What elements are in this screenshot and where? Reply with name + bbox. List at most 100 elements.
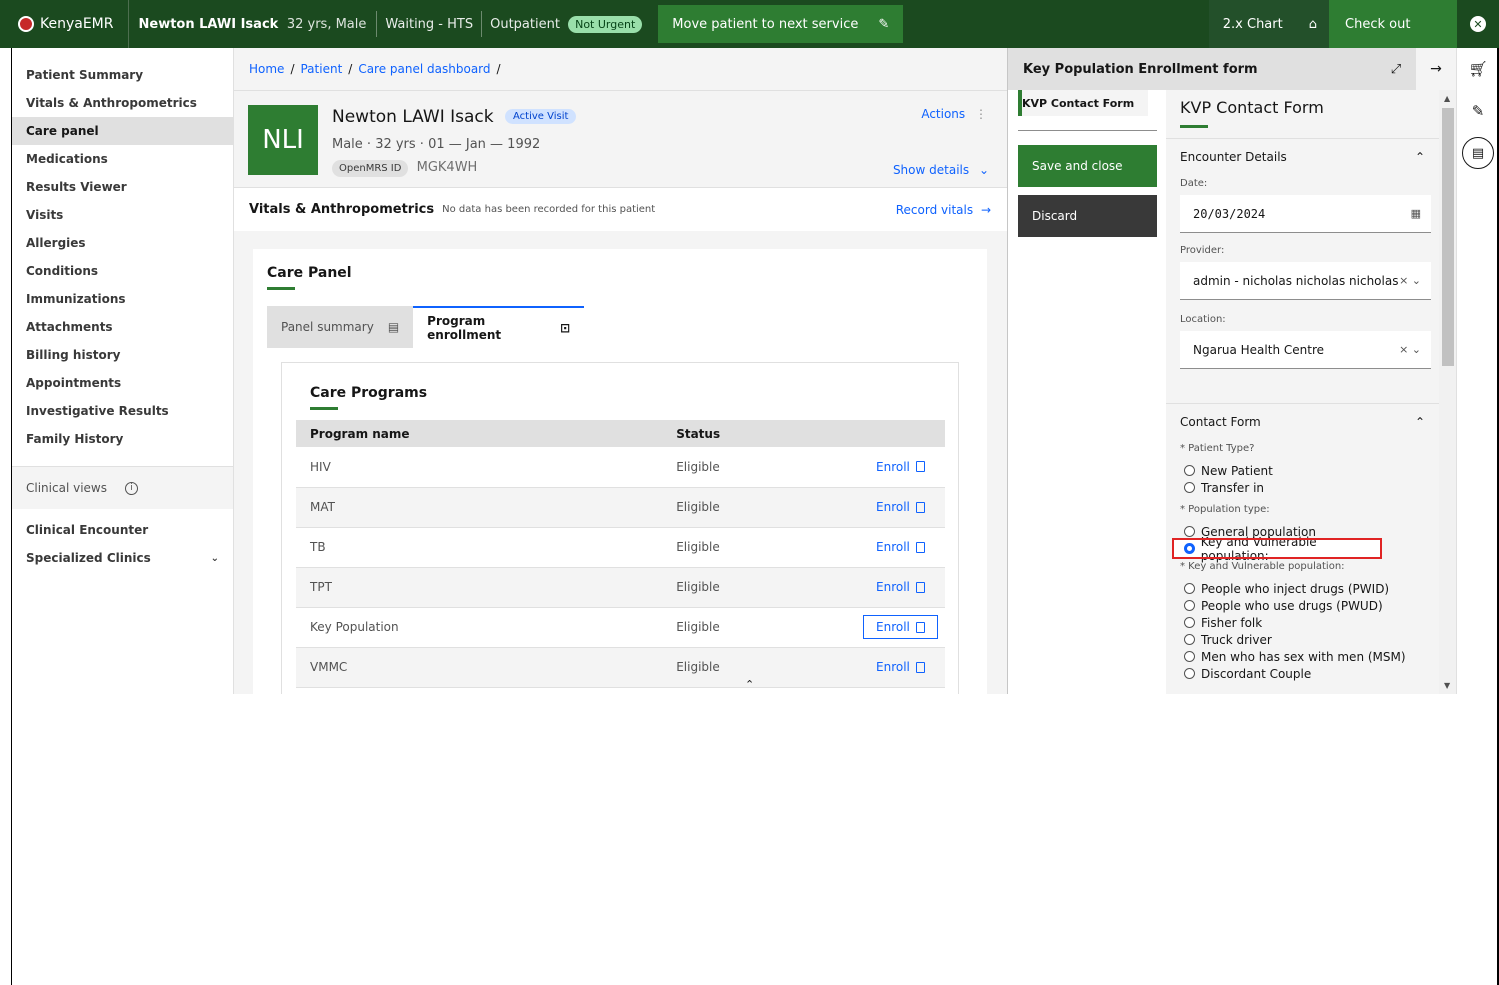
info-icon[interactable]: i [124, 481, 138, 495]
form-scrollbar[interactable]: ▲ ▼ [1439, 90, 1457, 694]
nav-item-specialized-clinics[interactable]: Specialized Clinics ⌄ [12, 544, 233, 572]
save-and-close-button[interactable]: Save and close [1018, 145, 1157, 187]
id-type-tag: OpenMRS ID [332, 160, 409, 177]
nav-item-medications[interactable]: Medications [12, 145, 233, 173]
breadcrumb-patient[interactable]: Patient [300, 62, 342, 76]
patient-identifier: OpenMRS ID MGK4WH [332, 160, 477, 177]
nav-item-attachments[interactable]: Attachments [12, 313, 233, 341]
nav-item-conditions[interactable]: Conditions [12, 257, 233, 285]
radio-button[interactable] [1184, 482, 1195, 493]
radio-option[interactable]: People who inject drugs (PWID) [1166, 580, 1439, 597]
radio-button[interactable] [1184, 600, 1195, 611]
discard-button[interactable]: Discard [1018, 195, 1157, 237]
radio-option[interactable]: Transfer in [1166, 479, 1439, 496]
nav-item-results-viewer[interactable]: Results Viewer [12, 173, 233, 201]
radio-button[interactable] [1184, 526, 1195, 537]
close-button[interactable]: ✕ [1457, 0, 1499, 48]
calendar-icon[interactable]: ▦ [1411, 207, 1421, 220]
nav-item-allergies[interactable]: Allergies [12, 229, 233, 257]
enroll-button[interactable]: Enroll [863, 535, 938, 559]
breadcrumb-home[interactable]: Home [249, 62, 284, 76]
nav-item-care-panel[interactable]: Care panel [12, 117, 233, 145]
maximize-icon[interactable]: ⤢ [1376, 48, 1416, 90]
radio-button[interactable] [1184, 668, 1195, 679]
enroll-label: Enroll [876, 620, 910, 634]
scroll-down-arrow-icon[interactable]: ▼ [1444, 681, 1450, 690]
action-cell: Enroll [849, 567, 945, 608]
nav-item-appointments[interactable]: Appointments [12, 369, 233, 397]
clear-chevron-icon[interactable]: × ⌄ [1399, 274, 1421, 287]
record-vitals-button[interactable]: Record vitals → [896, 203, 991, 217]
program-name-cell: Key Population [296, 607, 663, 648]
scrollbar-thumb[interactable] [1442, 108, 1454, 366]
radio-button[interactable] [1184, 651, 1195, 662]
nav-item-family-history[interactable]: Family History [12, 425, 233, 453]
top-nav-bar: KenyaEMR Newton LAWI Isack 32 yrs, Male … [0, 0, 1499, 48]
radio-option[interactable]: Fisher folk [1166, 614, 1439, 631]
enroll-label: Enroll [876, 500, 910, 514]
enroll-button[interactable]: Enroll [863, 455, 938, 479]
actions-label: Actions [921, 107, 966, 121]
encounter-section-header[interactable]: Encounter Details ⌃ [1166, 138, 1439, 174]
breadcrumb-care-panel[interactable]: Care panel dashboard [358, 62, 490, 76]
date-field[interactable]: 20/03/2024 ▦ [1180, 195, 1431, 233]
document-icon: ▤ [1462, 137, 1494, 169]
radio-button[interactable] [1184, 617, 1195, 628]
pen-icon[interactable]: ✎ [1457, 90, 1499, 132]
home-button[interactable]: ⌂ [1296, 0, 1329, 48]
move-patient-button[interactable]: Move patient to next service ✎ [658, 5, 904, 43]
radio-option[interactable]: Truck driver [1166, 631, 1439, 648]
arrow-right-icon[interactable]: → [1416, 48, 1456, 90]
tab-program-enrollment[interactable]: Program enrollment ⊡ [413, 306, 585, 348]
radio-label: Key and Vulnerable population: [1200, 534, 1317, 563]
location-select[interactable]: Ngarua Health Centre × ⌄ [1180, 331, 1431, 369]
action-cell: Enroll [849, 487, 945, 528]
radio-option[interactable]: Key and Vulnerable population: [1172, 535, 1382, 563]
nav-item-patient-summary[interactable]: Patient Summary [12, 61, 233, 89]
contact-section-header[interactable]: Contact Form ⌃ [1166, 403, 1439, 439]
clear-chevron-icon[interactable]: × ⌄ [1399, 343, 1421, 356]
app-root: KenyaEMR Newton LAWI Isack 32 yrs, Male … [0, 0, 1499, 985]
tab-panel-summary[interactable]: Panel summary ▤ [267, 306, 414, 348]
form-section-link[interactable]: KVP Contact Form [1018, 90, 1148, 116]
radio-button[interactable] [1184, 543, 1195, 554]
cart-icon[interactable]: 🛒︎ [1457, 48, 1499, 90]
radio-option[interactable]: Discordant Couple [1166, 665, 1439, 682]
enroll-button[interactable]: Enroll [863, 575, 938, 599]
radio-option[interactable]: Men who has sex with men (MSM) [1166, 648, 1439, 665]
form-section-label: KVP Contact Form [1022, 96, 1135, 110]
location-value: Ngarua Health Centre [1193, 342, 1324, 357]
queue-status: Waiting - HTS [385, 16, 474, 32]
nav-item-billing-history[interactable]: Billing history [12, 341, 233, 369]
clinical-views-header[interactable]: Clinical views i [12, 467, 233, 509]
nav-item-visits[interactable]: Visits [12, 201, 233, 229]
arrow-right-icon: → [980, 202, 991, 217]
check-out-button[interactable]: Check out [1329, 0, 1457, 48]
nav-item-vitals-anthropometrics[interactable]: Vitals & Anthropometrics [12, 89, 233, 117]
overflow-menu-icon: ⋮ [975, 107, 987, 121]
radio-button[interactable] [1184, 634, 1195, 645]
app-logo[interactable]: KenyaEMR [0, 0, 129, 48]
radio-option[interactable]: New Patient [1166, 462, 1439, 479]
nav-item-investigative-results[interactable]: Investigative Results [12, 397, 233, 425]
chevron-up-icon[interactable]: ⌃ [745, 678, 754, 691]
provider-select[interactable]: admin - nicholas nicholas nicholas × ⌄ [1180, 262, 1431, 300]
provider-label: Provider: [1180, 245, 1225, 256]
form-icon-button[interactable]: ▤ [1457, 132, 1499, 174]
enroll-button[interactable]: Enroll [863, 615, 938, 639]
program-name-cell: TPT [296, 567, 663, 608]
radio-option[interactable]: People who use drugs (PWUD) [1166, 597, 1439, 614]
chart-link-button[interactable]: 2.x Chart [1208, 0, 1297, 48]
enroll-button[interactable]: Enroll [863, 655, 938, 679]
nav-item-immunizations[interactable]: Immunizations [12, 285, 233, 313]
title-underline [267, 287, 295, 290]
table-row: MAT Eligible Enroll [296, 487, 945, 528]
scroll-up-arrow-icon[interactable]: ▲ [1444, 94, 1450, 103]
enroll-button[interactable]: Enroll [863, 495, 938, 519]
dashboard-icon: ▤ [387, 320, 400, 334]
show-details-button[interactable]: Show details ⌄ [893, 163, 989, 177]
radio-button[interactable] [1184, 465, 1195, 476]
radio-button[interactable] [1184, 583, 1195, 594]
actions-menu-button[interactable]: Actions ⋮ [921, 107, 987, 121]
nav-item-clinical-encounter[interactable]: Clinical Encounter [12, 516, 233, 544]
